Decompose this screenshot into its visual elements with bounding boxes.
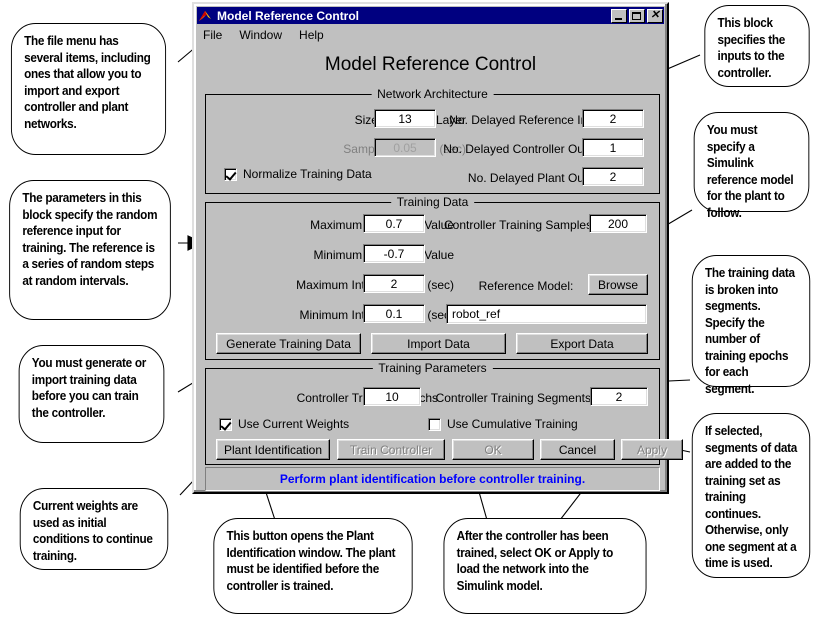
window-title: Model Reference Control [217,8,360,23]
menu-file[interactable]: File [203,28,222,42]
import-data-button[interactable]: Import Data [371,333,506,354]
callout-text: If selected, segments of data are added … [704,424,798,570]
max-interval-value-input[interactable]: 2 [363,274,425,293]
close-button[interactable]: ✕ [647,8,663,23]
controller-training-samples-input[interactable]: 200 [589,214,647,233]
callout-text-ok: OK [534,545,552,560]
callout-text: This button opens the Plant Identificati… [226,529,396,593]
callout-text: You must specify a Simulink reference mo… [706,123,794,220]
delayed-plant-outputs-input[interactable]: 2 [582,167,644,186]
callout-reference-model-note: You must specify a Simulink reference mo… [693,112,810,220]
callout-text: Current weights are used as initial cond… [32,499,153,563]
size-hidden-layer-input[interactable]: 13 [374,109,436,128]
status-message: Perform plant identification before cont… [279,472,586,486]
ok-button[interactable]: OK [452,439,534,460]
close-icon: ✕ [650,8,660,21]
use-current-weights-label: Use Current Weights [238,417,350,431]
network-architecture-title: Network Architecture [371,87,494,101]
callout-cumulative-note: If selected, segments of data are added … [691,413,811,578]
callout-file-menu-note: The file menu has several items, includi… [10,23,167,155]
checkbox-icon [219,417,232,431]
train-controller-button[interactable]: Train Controller [337,439,445,460]
reference-model-input[interactable]: robot_ref [446,304,647,324]
plant-identification-button[interactable]: Plant Identification [216,439,330,460]
model-reference-control-window: Model Reference Control ✕ File Window He… [192,2,683,494]
controller-training-samples-label: Controller Training Samples [444,218,593,232]
min-interval-value-input[interactable]: 0.1 [363,304,425,323]
callout-text: This block specifies the inputs to the c… [717,16,786,80]
window-titlebar[interactable]: Model Reference Control ✕ [197,7,664,24]
controller-training-segments-label: Controller Training Segments [435,391,591,405]
delayed-controller-outputs-input[interactable]: 1 [582,138,644,157]
delayed-reference-inputs-input[interactable]: 2 [582,109,644,128]
max-reference-value-input[interactable]: 0.7 [363,214,425,233]
use-current-weights-checkbox[interactable]: Use Current Weights [219,417,349,431]
callout-random-reference-note: The parameters in this block specify the… [9,180,171,320]
page-title: Model Reference Control [324,54,537,75]
controller-training-epochs-input[interactable]: 10 [363,387,421,406]
callout-segments-note: The training data is broken into segment… [691,255,811,396]
callout-training-data-note: You must generate or import training dat… [18,345,165,443]
generate-training-data-button[interactable]: Generate Training Data [216,333,361,354]
cancel-button[interactable]: Cancel [540,439,615,460]
training-data-title: Training Data [390,195,475,209]
controller-training-segments-input[interactable]: 2 [590,387,648,406]
sampling-interval-input[interactable]: 0.05 [374,138,436,157]
checkbox-icon [224,167,237,181]
matlab-membrane-icon [198,8,213,23]
callout-text-2: or [551,545,569,560]
apply-button[interactable]: Apply [621,439,683,460]
training-parameters-panel: Training Parameters Controller Training … [205,361,683,465]
min-reference-value-input[interactable]: -0.7 [363,244,425,263]
training-parameters-title: Training Parameters [372,361,493,375]
status-bar: Perform plant identification before cont… [205,467,660,491]
callout-text: You must generate or import training dat… [31,356,147,420]
menubar: File Window Help [197,26,664,44]
callout-inputs-note: This block specifies the inputs to the c… [704,5,810,87]
callout-text-apply: Apply [568,545,600,560]
export-data-button[interactable]: Export Data [516,333,648,354]
callout-current-weights-note: Current weights are used as initial cond… [19,488,169,570]
reference-model-label: Reference Model: [478,279,574,293]
use-cumulative-training-checkbox[interactable]: Use Cumulative Training [428,417,578,431]
menu-window[interactable]: Window [239,28,282,42]
window-controls: ✕ [611,8,663,23]
callout-text: The parameters in this block specify the… [22,191,158,288]
normalize-training-data-checkbox[interactable]: Normalize Training Data [224,167,372,181]
use-cumulative-training-label: Use Cumulative Training [447,417,578,431]
maximize-button[interactable] [629,8,645,23]
menu-help[interactable]: Help [299,28,324,42]
training-data-panel: Training Data Maximum Reference Value 0.… [205,195,660,360]
callout-text: The training data is broken into segment… [704,266,795,396]
network-architecture-panel: Network Architecture Size of Hidden Laye… [205,87,660,194]
checkbox-icon [428,417,441,431]
browse-button[interactable]: Browse [588,274,648,295]
callout-text: The file menu has several items, includi… [24,34,151,131]
callout-plant-button-note: This button opens the Plant Identificati… [213,518,413,614]
callout-ok-apply-note: After the controller has been trained, s… [443,518,647,614]
normalize-training-data-label: Normalize Training Data [243,167,372,181]
minimize-button[interactable] [611,8,627,23]
